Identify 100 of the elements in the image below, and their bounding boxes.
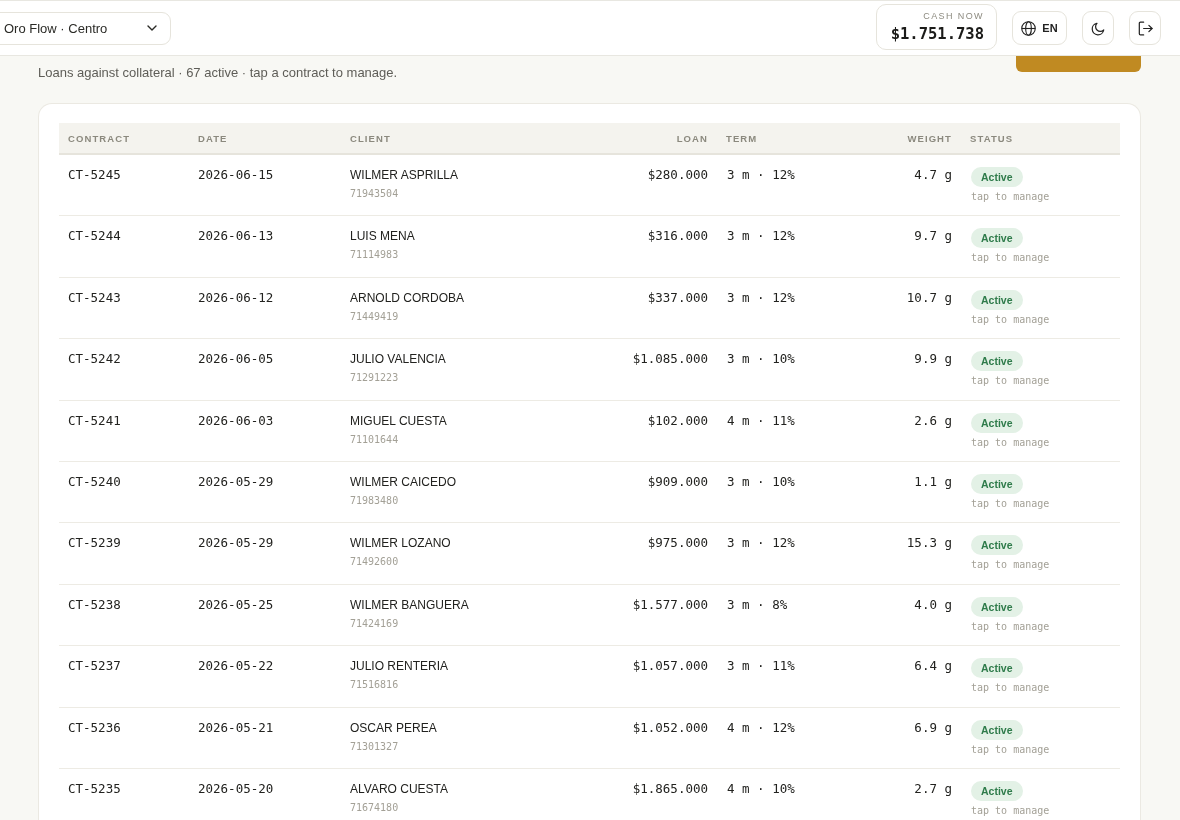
contract-number: CT-5245 bbox=[68, 166, 121, 184]
loan-term: 3 m · 11% bbox=[727, 657, 795, 676]
client-name: JULIO VALENCIA bbox=[350, 351, 446, 369]
theme-button[interactable] bbox=[1082, 11, 1114, 45]
client-id: 71424169 bbox=[350, 616, 399, 631]
weight-value: 4.0 g bbox=[914, 595, 952, 614]
weight-value: 6.9 g bbox=[914, 718, 952, 737]
status-badge: Active bbox=[971, 412, 1023, 433]
column-header: CONTRACT bbox=[67, 132, 132, 144]
logout-icon bbox=[1137, 20, 1153, 36]
client-name: LUIS MENA bbox=[350, 228, 415, 246]
loan-amount: $316.000 bbox=[647, 227, 708, 246]
loan-term: 4 m · 12% bbox=[727, 718, 795, 737]
contract-date: 2026-05-29 bbox=[198, 534, 274, 553]
loan-amount: $975.000 bbox=[647, 534, 708, 553]
language-button[interactable]: EN bbox=[1012, 11, 1067, 45]
contract-number: CT-5236 bbox=[68, 718, 121, 737]
loan-amount: $337.000 bbox=[647, 288, 708, 307]
contract-number: CT-5242 bbox=[68, 350, 121, 369]
status-badge: Active bbox=[971, 351, 1023, 372]
loan-term: 3 m · 12% bbox=[727, 534, 795, 553]
status-badge: Active bbox=[971, 289, 1023, 310]
column-header: TERM bbox=[725, 132, 759, 144]
column-header: WEIGHT bbox=[906, 132, 953, 144]
contract-date: 2026-05-20 bbox=[198, 779, 274, 798]
client-name: ARNOLD CORDOBA bbox=[350, 289, 465, 307]
loan-amount: $280.000 bbox=[647, 166, 708, 184]
contract-number: CT-5241 bbox=[68, 411, 121, 430]
manage-hint: tap to manage bbox=[971, 251, 1050, 266]
weight-value: 6.4 g bbox=[914, 657, 952, 676]
manage-hint: tap to manage bbox=[971, 190, 1050, 204]
client-id: 71943504 bbox=[350, 187, 399, 201]
weight-value: 4.7 g bbox=[914, 166, 952, 184]
status-badge: Active bbox=[971, 780, 1023, 801]
contract-number: CT-5237 bbox=[68, 657, 121, 676]
contract-number: CT-5235 bbox=[68, 779, 121, 798]
status-badge: Active bbox=[971, 167, 1023, 187]
client-name: JULIO RENTERIA bbox=[350, 658, 448, 676]
contract-number: CT-5239 bbox=[68, 534, 121, 553]
loan-term: 3 m · 12% bbox=[727, 166, 795, 184]
loan-amount: $1.085.000 bbox=[632, 350, 708, 369]
status-badge: Active bbox=[971, 535, 1023, 556]
manage-hint: tap to manage bbox=[971, 374, 1050, 389]
manage-hint: tap to manage bbox=[971, 312, 1050, 327]
manage-hint: tap to manage bbox=[971, 496, 1050, 511]
loan-amount: $1.865.000 bbox=[632, 779, 708, 798]
weight-value: 1.1 g bbox=[914, 472, 952, 491]
contract-number: CT-5244 bbox=[68, 227, 121, 246]
client-name: ALVARO CUESTA bbox=[350, 780, 449, 798]
contract-date: 2026-06-15 bbox=[198, 166, 274, 184]
loan-term: 3 m · 12% bbox=[727, 227, 795, 246]
loan-term: 3 m · 12% bbox=[727, 288, 795, 307]
client-id: 71101644 bbox=[350, 432, 399, 447]
loan-term: 3 m · 8% bbox=[727, 595, 788, 614]
contract-number: CT-5238 bbox=[68, 595, 121, 614]
globe-icon bbox=[1021, 20, 1037, 36]
column-header: DATE bbox=[197, 132, 229, 144]
contract-date: 2026-05-21 bbox=[198, 718, 274, 737]
client-id: 71114983 bbox=[350, 248, 399, 263]
client-name: WILMER CAICEDO bbox=[350, 473, 456, 491]
loan-amount: $909.000 bbox=[647, 472, 708, 491]
contract-date: 2026-05-25 bbox=[198, 595, 274, 614]
contract-date: 2026-06-13 bbox=[198, 227, 274, 246]
client-id: 71449419 bbox=[350, 309, 399, 324]
manage-hint: tap to manage bbox=[971, 435, 1050, 450]
client-name: OSCAR PEREA bbox=[350, 719, 437, 737]
cash-label: CASH NOW bbox=[923, 10, 984, 22]
loan-term: 3 m · 10% bbox=[727, 472, 795, 491]
client-name: WILMER LOZANO bbox=[350, 535, 451, 553]
client-id: 71983480 bbox=[350, 493, 399, 508]
weight-value: 9.7 g bbox=[914, 227, 952, 246]
status-badge: Active bbox=[971, 596, 1023, 617]
client-id: 71301327 bbox=[350, 739, 399, 754]
weight-value: 15.3 g bbox=[906, 534, 952, 553]
manage-hint: tap to manage bbox=[971, 681, 1050, 696]
loan-amount: $1.577.000 bbox=[632, 595, 708, 614]
client-name: WILMER BANGUERA bbox=[350, 596, 469, 614]
contract-date: 2026-06-05 bbox=[198, 350, 274, 369]
location-dropdown[interactable]: Oro Flow · Centro bbox=[0, 11, 171, 45]
contract-number: CT-5240 bbox=[68, 472, 121, 491]
status-badge: Active bbox=[971, 228, 1023, 249]
page-subtitle: Loans against collateral · 67 active · tap a contract to manage. bbox=[38, 64, 398, 81]
client-name: WILMER ASPRILLA bbox=[350, 167, 459, 184]
loan-amount: $1.052.000 bbox=[632, 718, 708, 737]
logout-button[interactable] bbox=[1129, 11, 1161, 45]
client-id: 71674180 bbox=[350, 800, 399, 815]
contract-date: 2026-05-29 bbox=[198, 472, 274, 491]
manage-hint: tap to manage bbox=[971, 803, 1050, 818]
column-header: STATUS bbox=[969, 132, 1015, 144]
loan-term: 4 m · 11% bbox=[727, 411, 795, 430]
moon-icon bbox=[1090, 20, 1106, 36]
contract-number: CT-5243 bbox=[68, 288, 121, 307]
loan-amount: $1.057.000 bbox=[632, 657, 708, 676]
manage-hint: tap to manage bbox=[971, 558, 1050, 573]
client-id: 71492600 bbox=[350, 555, 399, 570]
client-name: MIGUEL CUESTA bbox=[350, 412, 447, 430]
loan-term: 3 m · 10% bbox=[727, 350, 795, 369]
weight-value: 2.6 g bbox=[914, 411, 952, 430]
manage-hint: tap to manage bbox=[971, 742, 1050, 757]
contract-date: 2026-05-22 bbox=[198, 657, 274, 676]
